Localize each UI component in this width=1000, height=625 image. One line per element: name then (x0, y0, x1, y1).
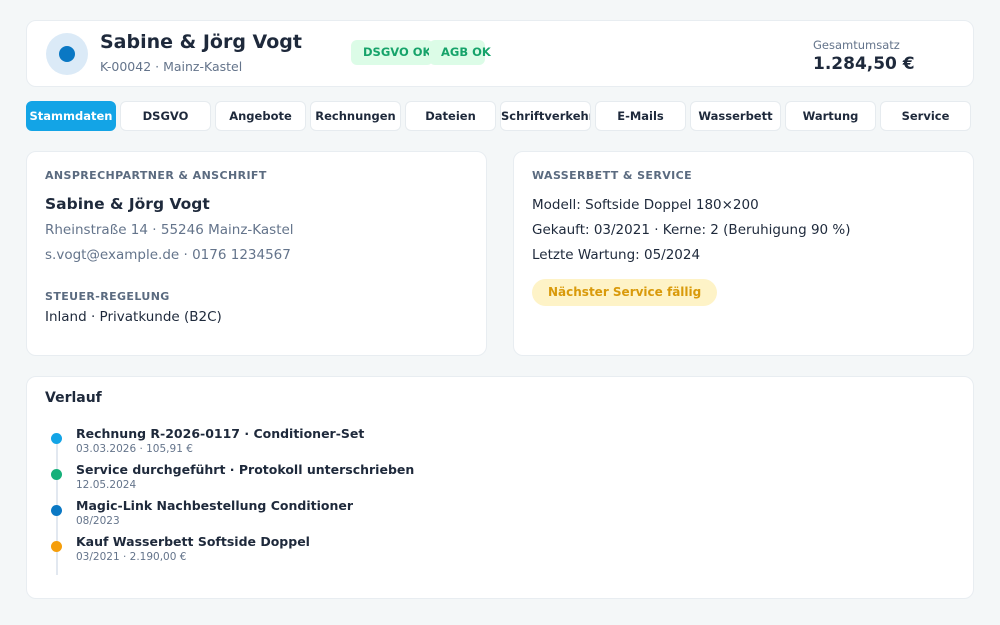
total-revenue-value: 1.284,50 € (813, 54, 915, 74)
avatar (46, 33, 88, 75)
timeline-item-meta: 08/2023 (76, 515, 120, 527)
timeline-item-title: Service durchgeführt · Protokoll untersc… (76, 462, 415, 477)
tab-wasserbett[interactable]: Wasserbett (690, 101, 781, 131)
contact-name: Sabine & Jörg Vogt (45, 195, 210, 213)
customer-name: Sabine & Jörg Vogt (100, 31, 302, 53)
tab-rechnungen[interactable]: Rechnungen (310, 101, 401, 131)
tab-stammdaten[interactable]: Stammdaten (26, 101, 116, 131)
history-card: Verlauf Rechnung R-2026-0117 · Condition… (26, 376, 974, 599)
avatar-dot-icon (59, 46, 75, 62)
waterbed-purchase: Gekauft: 03/2021 · Kerne: 2 (Beruhigung … (532, 222, 851, 238)
timeline-item: Service durchgeführt · Protokoll untersc… (27, 462, 927, 496)
tab-schriftverkehr[interactable]: Schriftverkehr (500, 101, 591, 131)
contact-card: ANSPRECHPARTNER & ANSCHRIFT Sabine & Jör… (26, 151, 487, 356)
tax-value: Inland · Privatkunde (B2C) (45, 309, 222, 325)
timeline-item: Magic-Link Nachbestellung Conditioner 08… (27, 498, 927, 532)
tab-angebote[interactable]: Angebote (215, 101, 306, 131)
tax-section-label: STEUER-REGELUNG (45, 290, 170, 303)
timeline-item-meta: 12.05.2024 (76, 479, 137, 491)
tab-emails[interactable]: E-Mails (595, 101, 686, 131)
contact-email-phone: s.vogt@example.de · 0176 1234567 (45, 247, 291, 263)
agb-status-badge: AGB OK (429, 40, 491, 65)
service-section-label: WASSERBETT & SERVICE (532, 169, 692, 182)
dsgvo-status-badge: DSGVO OK (351, 40, 433, 65)
contact-section-label: ANSPRECHPARTNER & ANSCHRIFT (45, 169, 267, 182)
tab-service[interactable]: Service (880, 101, 971, 131)
timeline-item-title: Rechnung R-2026-0117 · Conditioner-Set (76, 426, 365, 441)
timeline-item: Rechnung R-2026-0117 · Conditioner-Set 0… (27, 426, 927, 460)
timeline-dot-icon (51, 433, 62, 444)
waterbed-model: Modell: Softside Doppel 180×200 (532, 197, 759, 213)
timeline-item-meta: 03.03.2026 · 105,91 € (76, 443, 193, 455)
waterbed-service-card: WASSERBETT & SERVICE Modell: Softside Do… (513, 151, 974, 356)
contact-address: Rheinstraße 14 · 55246 Mainz-Kastel (45, 222, 294, 238)
tab-dateien[interactable]: Dateien (405, 101, 496, 131)
timeline-item-meta: 03/2021 · 2.190,00 € (76, 551, 187, 563)
tab-dsgvo[interactable]: DSGVO (120, 101, 211, 131)
history-title: Verlauf (45, 390, 102, 406)
timeline-dot-icon (51, 541, 62, 552)
timeline-dot-icon (51, 505, 62, 516)
customer-tabs: Stammdaten DSGVO Angebote Rechnungen Dat… (26, 101, 972, 131)
timeline-item-title: Magic-Link Nachbestellung Conditioner (76, 498, 353, 513)
service-due-badge: Nächster Service fällig (532, 279, 718, 306)
timeline-dot-icon (51, 469, 62, 480)
total-revenue-label: Gesamtumsatz (813, 38, 900, 52)
timeline-item: Kauf Wasserbett Softside Doppel 03/2021 … (27, 534, 927, 568)
customer-header: Sabine & Jörg Vogt K-00042 · Mainz-Kaste… (26, 20, 974, 87)
tab-wartung[interactable]: Wartung (785, 101, 876, 131)
timeline-item-title: Kauf Wasserbett Softside Doppel (76, 534, 310, 549)
customer-number-location: K-00042 · Mainz-Kastel (100, 59, 243, 74)
last-maintenance: Letzte Wartung: 05/2024 (532, 247, 701, 263)
